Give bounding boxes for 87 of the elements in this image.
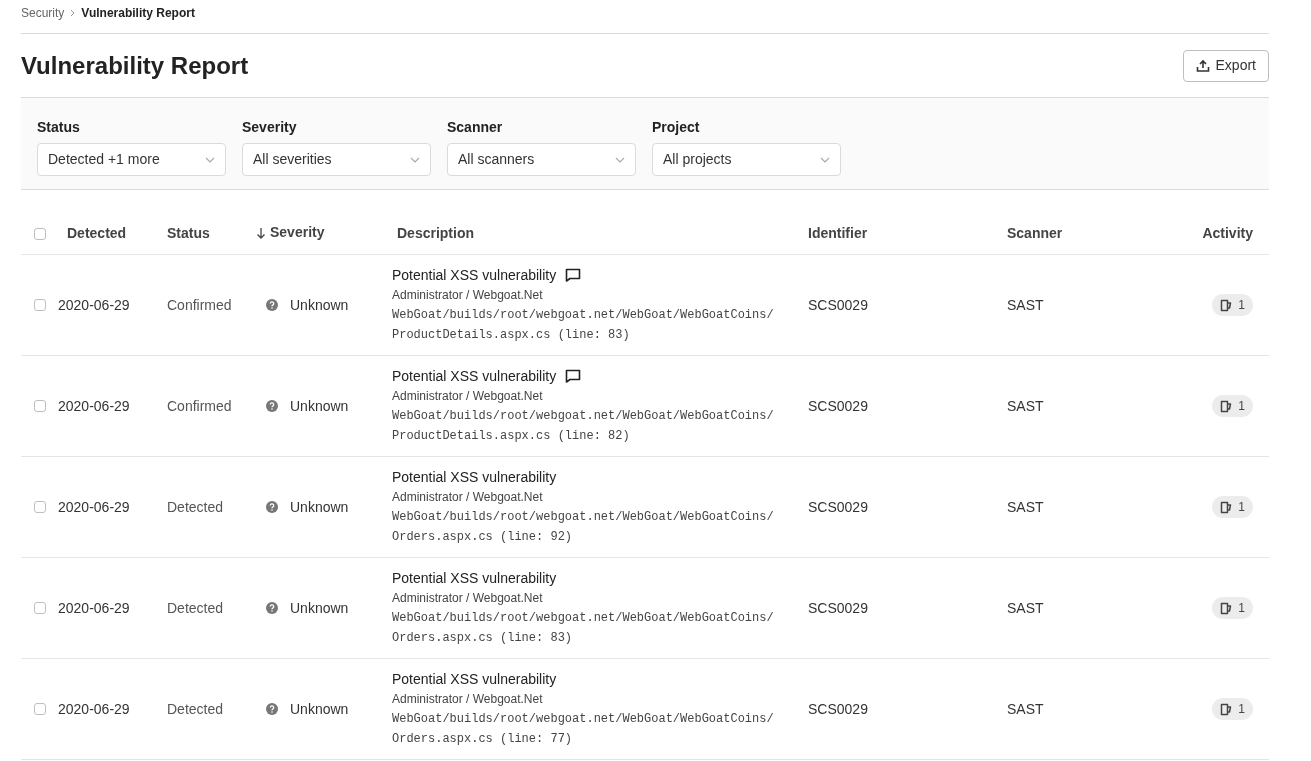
status-cell: Detected [167, 498, 224, 515]
status-cell: Confirmed [167, 296, 232, 313]
severity-cell-text: Unknown [290, 295, 349, 315]
checkbox[interactable] [34, 602, 46, 614]
activity-badge: 1 [1212, 496, 1253, 518]
vulnerability-link[interactable]: Potential XSS vulnerability [392, 265, 557, 285]
upload-icon [1195, 58, 1210, 73]
file-location: WebGoat/builds/root/webgoat.net/WebGoat/WebGoatCoins/Orders.aspx.cs (line: 77) [392, 711, 775, 748]
severity-cell-text: Unknown [290, 598, 349, 618]
sort-down-icon [256, 226, 266, 239]
activity-badge: 1 [1212, 395, 1253, 417]
checkbox[interactable] [34, 501, 46, 513]
filter-dropdown[interactable]: All severities [242, 143, 431, 176]
filter-dropdown[interactable]: All projects [652, 143, 841, 176]
scanner-cell: SAST [1007, 599, 1044, 616]
column-header[interactable]: Severity [256, 222, 325, 244]
date-cell: 2020-06-29 [58, 498, 130, 515]
severity-cell-text: Unknown [290, 497, 349, 517]
project-path: Administrator / Webgoat.Net [392, 691, 544, 708]
checkbox[interactable] [34, 299, 46, 311]
question-circle-icon [266, 501, 278, 513]
filter-label: Scanner [447, 118, 504, 137]
chevron-right-icon [70, 8, 76, 17]
column-header[interactable]: Activity [1202, 223, 1253, 244]
scanner-cell: SAST [1007, 700, 1044, 717]
question-circle-icon [266, 299, 278, 311]
filter-label: Project [652, 118, 701, 137]
vulnerability-link[interactable]: Potential XSS vulnerability [392, 669, 557, 689]
issue-icon [1220, 500, 1234, 514]
column-header[interactable]: Detected [67, 223, 127, 244]
severity-cell-text: Unknown [290, 699, 349, 719]
column-header[interactable]: Scanner [1007, 223, 1063, 244]
checkbox[interactable] [34, 227, 46, 240]
scanner-cell: SAST [1007, 397, 1044, 414]
checkbox[interactable] [34, 703, 46, 715]
filter-dropdown[interactable]: Detected +1 more [37, 143, 226, 176]
column-header[interactable]: Status [167, 223, 210, 244]
activity-badge: 1 [1212, 698, 1253, 720]
identifier-cell: SCS0029 [808, 700, 868, 717]
chevron-down-icon [820, 156, 830, 163]
date-cell: 2020-06-29 [58, 599, 130, 616]
checkbox[interactable] [34, 400, 46, 412]
issue-icon [1220, 601, 1234, 615]
breadcrumb-link[interactable]: Security [21, 3, 65, 22]
page-title: Vulnerability Report [21, 50, 249, 81]
activity-badge: 1 [1212, 597, 1253, 619]
file-location: WebGoat/builds/root/webgoat.net/WebGoat/WebGoatCoins/ProductDetails.aspx.cs (line: 83) [392, 307, 775, 344]
scanner-cell: SAST [1007, 296, 1044, 313]
date-cell: 2020-06-29 [58, 397, 130, 414]
project-path: Administrator / Webgoat.Net [392, 388, 544, 405]
column-header[interactable]: Identifier [808, 223, 868, 244]
issue-icon [1220, 399, 1234, 413]
filter-label: Severity [242, 118, 298, 137]
column-header[interactable]: Description [397, 223, 474, 244]
chevron-down-icon [615, 156, 625, 163]
scanner-cell: SAST [1007, 498, 1044, 515]
status-cell: Confirmed [167, 397, 232, 414]
export-button[interactable]: Export [1182, 49, 1269, 82]
identifier-cell: SCS0029 [808, 296, 868, 313]
issue-icon [1220, 298, 1234, 312]
identifier-cell: SCS0029 [808, 397, 868, 414]
filter-label: Status [37, 118, 81, 137]
breadcrumb-link[interactable]: Vulnerability Report [81, 3, 195, 22]
filter-dropdown[interactable]: All scanners [447, 143, 636, 176]
date-cell: 2020-06-29 [58, 296, 130, 313]
project-path: Administrator / Webgoat.Net [392, 590, 544, 607]
status-cell: Detected [167, 599, 224, 616]
vulnerability-link[interactable]: Potential XSS vulnerability [392, 467, 557, 487]
project-path: Administrator / Webgoat.Net [392, 287, 544, 304]
project-path: Administrator / Webgoat.Net [392, 489, 544, 506]
question-circle-icon [266, 602, 278, 614]
identifier-cell: SCS0029 [808, 599, 868, 616]
file-location: WebGoat/builds/root/webgoat.net/WebGoat/WebGoatCoins/Orders.aspx.cs (line: 92) [392, 509, 775, 546]
chevron-down-icon [410, 156, 420, 163]
question-circle-icon [266, 703, 278, 715]
chevron-down-icon [205, 156, 215, 163]
severity-cell-text: Unknown [290, 396, 349, 416]
identifier-cell: SCS0029 [808, 498, 868, 515]
vulnerability-link[interactable]: Potential XSS vulnerability [392, 366, 557, 386]
question-circle-icon [266, 400, 278, 412]
vulnerability-link[interactable]: Potential XSS vulnerability [392, 568, 557, 588]
file-location: WebGoat/builds/root/webgoat.net/WebGoat/WebGoatCoins/Orders.aspx.cs (line: 83) [392, 610, 775, 647]
activity-badge: 1 [1212, 294, 1253, 316]
file-location: WebGoat/builds/root/webgoat.net/WebGoat/WebGoatCoins/ProductDetails.aspx.cs (line: 82) [392, 408, 775, 445]
issue-icon [1220, 702, 1234, 716]
status-cell: Detected [167, 700, 224, 717]
date-cell: 2020-06-29 [58, 700, 130, 717]
